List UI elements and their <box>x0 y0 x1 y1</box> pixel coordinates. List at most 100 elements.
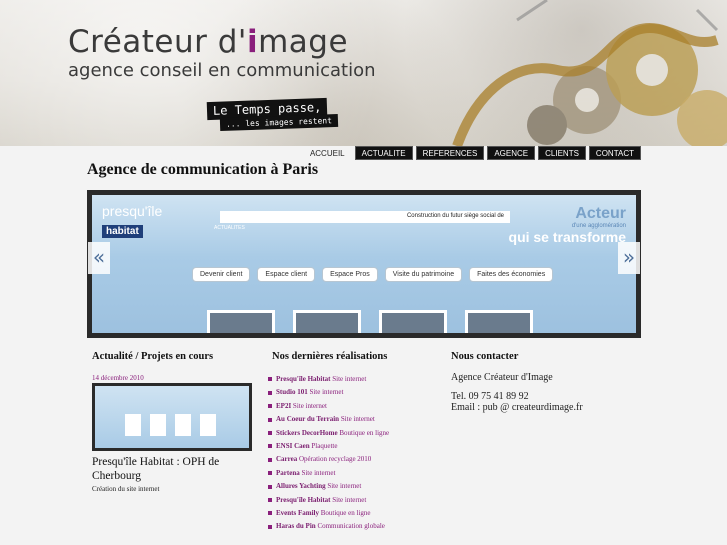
slide-thumbnail <box>293 310 361 333</box>
slide-tagline: Acteur d'une agglomération qui se transf… <box>509 205 626 245</box>
slide-button: Espace Pros <box>322 267 378 282</box>
list-item[interactable]: Stickers DecorHome Boutique en ligne <box>268 427 389 440</box>
slide-thumbnail <box>207 310 275 333</box>
project-name: Carrea <box>276 455 298 464</box>
slide-button: Devenir client <box>192 267 251 282</box>
page-title: Agence de communication à Paris <box>87 161 319 178</box>
slide-button: Faites des économies <box>469 267 554 282</box>
bullet-icon <box>268 471 272 476</box>
client-logo-sub: habitat <box>102 225 143 238</box>
nav-item-accueil[interactable]: ACCUEIL <box>303 146 352 160</box>
news-thumbnail-card <box>175 414 191 436</box>
gears-illustration <box>452 0 727 146</box>
project-slider[interactable]: presqu'île habitat ACTUALITES Constructi… <box>87 190 641 338</box>
bullet-icon <box>268 431 272 436</box>
site-logo[interactable]: Créateur d'image <box>68 24 348 60</box>
nav-item-agence[interactable]: AGENCE <box>487 146 536 160</box>
brand-title-part1: Créateur d' <box>68 24 247 60</box>
project-type: Site internet <box>301 468 336 477</box>
main-nav: ACCUEIL ACTUALITE REFERENCES AGENCE CLIE… <box>303 146 641 160</box>
list-item[interactable]: Haras du Pin Communication globale <box>268 520 389 533</box>
project-type: Site internet <box>332 375 367 383</box>
news-thumbnail-image <box>95 386 249 448</box>
project-name: Au Coeur du Terrain <box>276 415 340 424</box>
list-item[interactable]: Partena Site internet <box>268 467 389 480</box>
project-name: ENSI Caen <box>276 442 310 451</box>
project-name: Events Family <box>276 509 319 518</box>
slide-button: Visite du patrimoine <box>384 267 463 282</box>
slide-actu-label: ACTUALITES <box>214 225 245 231</box>
list-item[interactable]: Au Coeur du Terrain Site internet <box>268 413 389 426</box>
site-header: Créateur d'image agence conseil en commu… <box>0 0 727 146</box>
project-type: Site internet <box>332 495 367 504</box>
bullet-icon <box>268 444 272 449</box>
project-type: Boutique en ligne <box>339 428 390 437</box>
bullet-icon <box>268 417 272 422</box>
bullet-icon <box>268 498 272 503</box>
realisations-list: Presqu'île Habitat Site internet Studio … <box>268 373 389 534</box>
news-thumbnail-card <box>125 414 141 436</box>
bullet-icon <box>268 457 272 462</box>
list-item[interactable]: Carrea Opération recyclage 2010 <box>268 453 389 466</box>
slide-button-row: Devenir client Espace client Espace Pros… <box>192 267 554 282</box>
project-name: EP2I <box>276 401 292 410</box>
slide-tagline-a: Acteur <box>575 205 626 222</box>
project-type: Site internet <box>327 482 362 491</box>
realisations-heading: Nos dernières réalisations <box>272 351 388 362</box>
news-title[interactable]: Presqu'île Habitat : OPH de Cherbourg <box>92 455 262 483</box>
slide-image[interactable]: presqu'île habitat ACTUALITES Constructi… <box>92 195 636 333</box>
news-date: 14 décembre 2010 <box>92 374 144 382</box>
project-type: Site internet <box>292 401 327 410</box>
brand-title-part2: mage <box>258 24 349 60</box>
nav-item-contact[interactable]: CONTACT <box>588 146 641 160</box>
list-item[interactable]: EP2I Site internet <box>268 400 389 413</box>
project-type: Site internet <box>309 388 344 397</box>
news-thumbnail-card <box>150 414 166 436</box>
bullet-icon <box>268 404 272 409</box>
project-type: Boutique en ligne <box>320 509 371 518</box>
bullet-icon <box>268 484 272 489</box>
project-name: Allures Yachting <box>276 482 326 491</box>
contact-agency: Agence Créateur d'Image <box>451 372 553 383</box>
slide-topbar: Construction du futur siège social de <box>220 211 510 223</box>
project-type: Communication globale <box>317 522 385 531</box>
bullet-icon <box>268 377 272 382</box>
slide-topbar-text: Construction du futur siège social de <box>406 213 504 219</box>
client-logo-word: presqu'île <box>102 203 163 219</box>
project-name: Haras du Pin <box>276 522 316 531</box>
news-column: Actualité / Projets en cours <box>92 351 262 362</box>
project-name: Presqu'île Habitat <box>276 495 331 504</box>
realisations-column: Nos dernières réalisations <box>272 351 442 362</box>
news-description: Création du site internet <box>92 485 160 493</box>
slide-tagline-c: qui se transforme <box>508 229 626 245</box>
list-item[interactable]: Studio 101 Site internet <box>268 386 389 399</box>
slider-next-icon[interactable]: » <box>618 242 640 274</box>
slider-prev-icon[interactable]: « <box>88 242 110 274</box>
list-item[interactable]: Presqu'île Habitat Site internet <box>268 494 389 507</box>
brand-subtitle: agence conseil en communication <box>68 60 376 81</box>
contact-column: Nous contacter <box>451 351 651 362</box>
list-item[interactable]: Presqu'île Habitat Site internet <box>268 373 389 386</box>
project-name: Presqu'île Habitat <box>276 375 331 383</box>
list-item[interactable]: ENSI Caen Plaquette <box>268 440 389 453</box>
project-type: Plaquette <box>311 442 338 451</box>
brand-title-accent: i <box>246 24 259 60</box>
project-name: Stickers DecorHome <box>276 428 338 437</box>
nav-item-clients[interactable]: CLIENTS <box>538 146 586 160</box>
contact-email[interactable]: Email : pub @ createurdimage.fr <box>451 402 583 413</box>
list-item[interactable]: Allures Yachting Site internet <box>268 480 389 493</box>
list-item[interactable]: Events Family Boutique en ligne <box>268 507 389 520</box>
slide-thumbnail <box>379 310 447 333</box>
slide-thumbnail <box>465 310 533 333</box>
project-name: Partena <box>276 468 300 477</box>
news-heading: Actualité / Projets en cours <box>92 351 214 362</box>
contact-heading: Nous contacter <box>451 351 519 362</box>
slide-button: Espace client <box>257 267 316 282</box>
contact-phone[interactable]: Tel. 09 75 41 89 92 <box>451 391 529 402</box>
client-logo: presqu'île habitat <box>100 201 186 239</box>
nav-item-references[interactable]: REFERENCES <box>415 146 485 160</box>
news-thumbnail[interactable] <box>92 383 252 451</box>
bullet-icon <box>268 524 272 529</box>
nav-item-actualite[interactable]: ACTUALITE <box>354 146 413 160</box>
bullet-icon <box>268 390 272 395</box>
